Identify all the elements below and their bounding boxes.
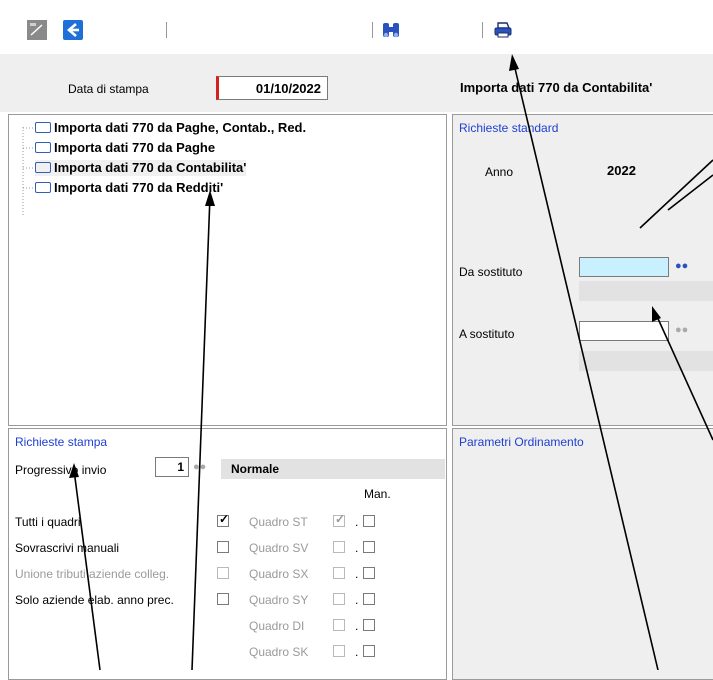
man-separator: . — [355, 567, 359, 581]
quadro-checkbox[interactable] — [333, 541, 345, 553]
toolbar-separator — [482, 22, 483, 38]
unione-tributi-checkbox[interactable] — [217, 567, 229, 579]
option-label: Sovrascrivi manuali — [15, 541, 120, 555]
quadro-label: Quadro SV — [249, 541, 309, 555]
binoculars-icon[interactable]: ●● — [675, 324, 688, 336]
folder-icon — [35, 162, 51, 174]
anno-label: Anno — [485, 165, 514, 179]
standard-panel: Richieste standard Anno 2022 Da sostitut… — [452, 114, 713, 426]
binoculars-icon[interactable] — [380, 19, 404, 43]
sovrascrivi-checkbox[interactable] — [217, 541, 229, 553]
man-checkbox[interactable] — [363, 567, 375, 579]
man-checkbox[interactable] — [363, 515, 375, 527]
a-sostituto-input[interactable] — [579, 321, 669, 341]
option-label: Solo aziende elab. anno prec. — [15, 593, 174, 607]
ordinamento-panel: Parametri Ordinamento — [452, 428, 713, 680]
print-date-field[interactable]: 01/10/2022 — [216, 76, 328, 100]
stampa-header: Richieste stampa — [15, 435, 108, 449]
tree-item[interactable]: Importa dati 770 da Redditi' — [35, 180, 223, 196]
tree-item[interactable]: Importa dati 770 da Paghe, Contab., Red. — [35, 120, 306, 136]
progressivo-input[interactable]: 1 — [155, 457, 189, 477]
ordinamento-header: Parametri Ordinamento — [459, 435, 584, 449]
da-sostituto-description — [579, 281, 713, 301]
man-checkbox[interactable] — [363, 645, 375, 657]
document-icon[interactable] — [26, 19, 50, 43]
page-title: Importa dati 770 da Contabilita' — [460, 80, 653, 95]
man-checkbox[interactable] — [363, 593, 375, 605]
anno-value: 2022 — [607, 163, 636, 178]
standard-header: Richieste standard — [459, 121, 559, 135]
tutti-quadri-checkbox[interactable]: ✓ — [217, 512, 229, 527]
a-sostituto-label: A sostituto — [459, 327, 515, 341]
option-label: Tutti i quadri — [15, 515, 81, 529]
solo-aziende-checkbox[interactable] — [217, 593, 229, 605]
toolbar-separator — [166, 22, 167, 38]
quadro-checkbox[interactable]: ✓ — [333, 512, 345, 527]
progressivo-status-box: Normale — [221, 459, 445, 479]
man-separator: . — [355, 541, 359, 555]
binoculars-icon[interactable]: ●● — [675, 260, 688, 272]
folder-icon — [35, 122, 51, 134]
quadro-label: Quadro SY — [249, 593, 309, 607]
option-label: Unione tributi aziende colleg. — [15, 567, 170, 581]
quadro-checkbox[interactable] — [333, 619, 345, 631]
tree-item[interactable]: Importa dati 770 da Paghe — [35, 140, 215, 156]
man-separator: . — [355, 645, 359, 659]
print-date-label: Data di stampa — [68, 82, 149, 96]
quadro-label: Quadro DI — [249, 619, 305, 633]
man-column-header: Man. — [364, 487, 391, 501]
tree-item-selected[interactable]: Importa dati 770 da Contabilita' — [35, 160, 247, 176]
a-sostituto-description — [579, 351, 713, 371]
quadro-label: Quadro ST — [249, 515, 308, 529]
da-sostituto-input[interactable] — [579, 257, 669, 277]
stampa-panel: Richieste stampa Progressivo invio 1 ●● … — [8, 428, 447, 680]
man-separator: . — [355, 515, 359, 529]
printer-icon[interactable] — [492, 19, 516, 43]
folder-icon — [35, 142, 51, 154]
folder-icon — [35, 182, 51, 194]
quadro-label: Quadro SX — [249, 567, 309, 581]
man-separator: . — [355, 619, 359, 633]
quadro-checkbox[interactable] — [333, 567, 345, 579]
quadro-checkbox[interactable] — [333, 593, 345, 605]
quadro-label: Quadro SK — [249, 645, 309, 659]
toolbar — [0, 0, 713, 54]
da-sostituto-label: Da sostituto — [459, 265, 523, 279]
man-checkbox[interactable] — [363, 541, 375, 553]
toolbar-separator — [372, 22, 373, 38]
man-separator: . — [355, 593, 359, 607]
quadro-checkbox[interactable] — [333, 645, 345, 657]
man-checkbox[interactable] — [363, 619, 375, 631]
progressivo-label: Progressivo invio — [15, 463, 107, 477]
binoculars-icon[interactable]: ●● — [193, 461, 206, 473]
tree-panel: Importa dati 770 da Paghe, Contab., Red.… — [8, 114, 447, 426]
back-arrow-icon[interactable] — [62, 19, 86, 43]
